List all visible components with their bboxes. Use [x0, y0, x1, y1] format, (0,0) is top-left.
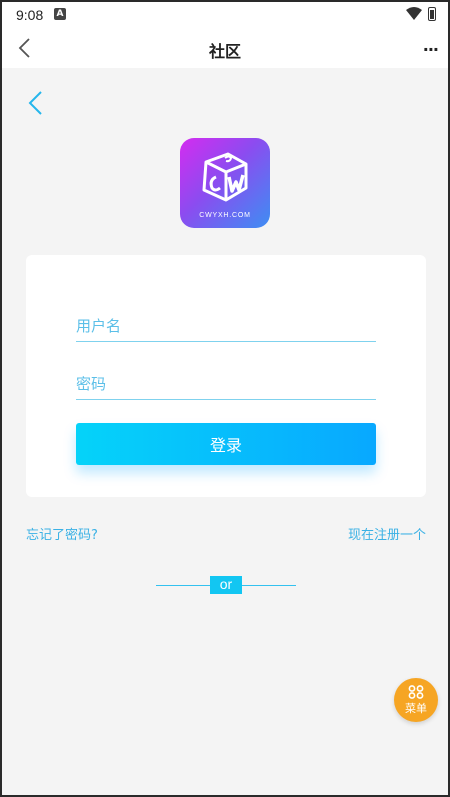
username-field: [76, 311, 376, 342]
content-back-icon[interactable]: [26, 90, 48, 116]
grid-menu-icon: [408, 685, 424, 699]
top-navbar: 社区 ···: [2, 28, 448, 68]
notification-icon: A: [54, 8, 66, 20]
menu-fab-button[interactable]: 菜单: [394, 678, 438, 722]
status-time: 9:08: [16, 7, 44, 23]
login-button[interactable]: 登录: [76, 423, 376, 465]
app-logo: CWYXH.COM: [180, 138, 270, 228]
username-input[interactable]: [76, 311, 376, 341]
battery-icon: [428, 7, 436, 21]
more-options-icon[interactable]: ···: [423, 40, 439, 59]
login-card: 登录: [26, 255, 426, 497]
page-title: 社区: [208, 44, 241, 61]
forgot-password-link[interactable]: 忘记了密码?: [26, 524, 98, 543]
password-input[interactable]: [76, 369, 376, 399]
divider-line-right: [242, 585, 296, 586]
wifi-icon: [406, 7, 422, 20]
cube-logo-icon: [202, 152, 248, 202]
logo-text: CWYXH.COM: [199, 212, 251, 219]
menu-fab-label: 菜单: [405, 702, 427, 715]
register-link[interactable]: 现在注册一个: [348, 524, 426, 543]
password-field: [76, 369, 376, 400]
status-bar: 9:08 A: [2, 2, 448, 28]
divider-line-left: [156, 585, 210, 586]
or-divider-label: or: [210, 576, 242, 594]
